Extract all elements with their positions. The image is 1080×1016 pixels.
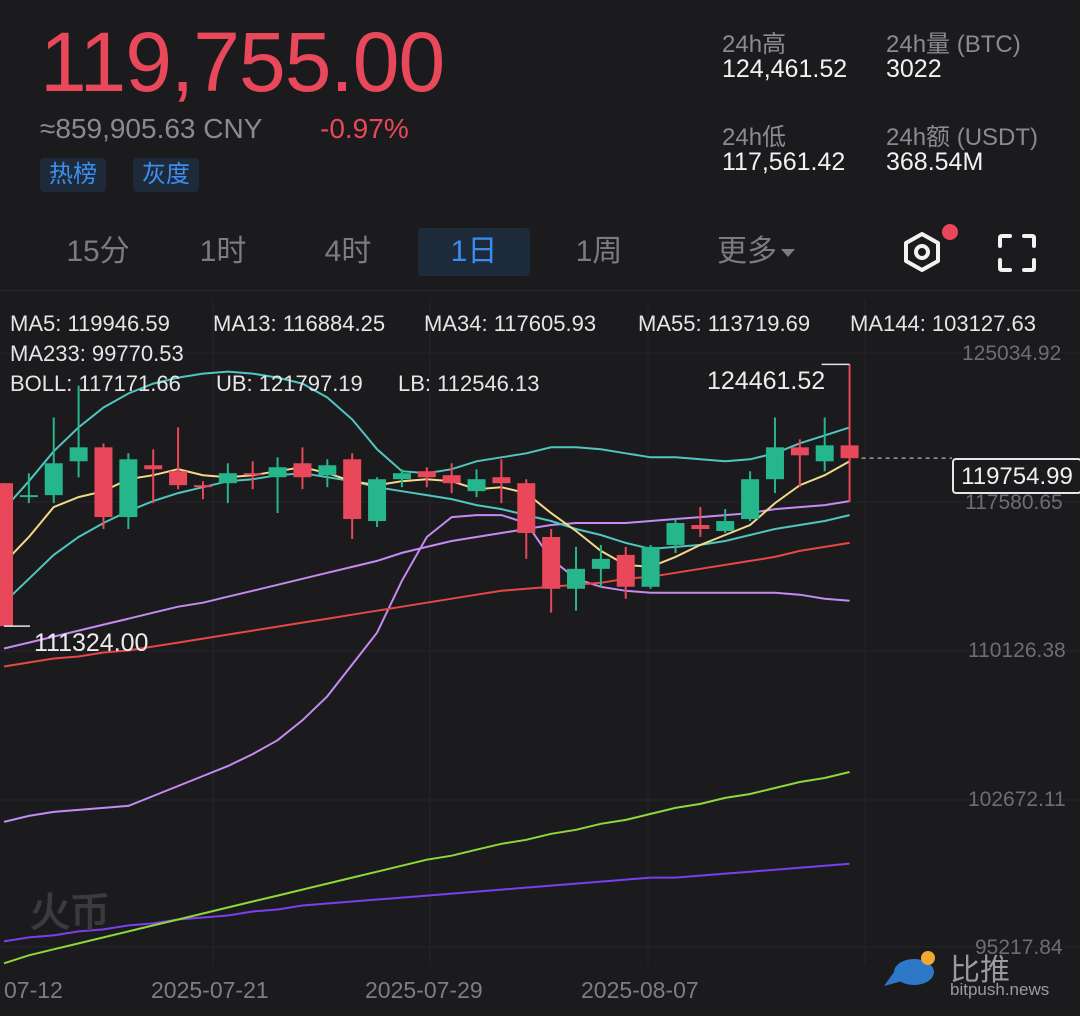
low-marker: 111324.00	[34, 629, 149, 657]
ma5-label: MA5: 119946.59	[10, 311, 170, 336]
candle-body	[542, 536, 561, 589]
ma144-label: MA144: 103127.63	[850, 311, 1036, 336]
candle-body	[716, 521, 735, 531]
candle-body	[94, 447, 113, 518]
candle-body	[467, 479, 486, 492]
y-tick: 117580.65	[965, 491, 1063, 514]
ma233-label: MA233: 99770.53	[10, 341, 184, 366]
ma144-line	[3, 771, 850, 965]
lb-label: LB: 112546.13	[398, 371, 540, 396]
candle-body	[442, 475, 461, 484]
last-price-label: 119754.99	[952, 458, 1080, 494]
candle-body	[0, 483, 13, 627]
candle-body	[666, 523, 685, 545]
x-tick: 2025-08-07	[581, 977, 699, 1003]
candle-body	[69, 447, 88, 462]
candle-body	[567, 568, 586, 589]
candle-body	[169, 471, 188, 486]
candle-body	[368, 479, 387, 522]
candle-body	[591, 558, 610, 569]
candle-body	[492, 477, 511, 484]
y-tick: 110126.38	[968, 639, 1066, 662]
candle-body	[343, 459, 362, 520]
candle-body	[44, 463, 63, 496]
source-url-watermark: bitpush.news	[950, 980, 1050, 999]
ma55-label: MA55: 113719.69	[638, 311, 811, 336]
candle-body	[517, 483, 536, 533]
candle-body	[293, 463, 312, 478]
ma34-label: MA34: 117605.93	[424, 311, 597, 336]
boll-label: BOLL: 117171.66	[10, 371, 181, 396]
x-tick: 2025-07-29	[365, 977, 483, 1003]
candle-body	[144, 465, 163, 470]
candle-body	[19, 495, 38, 498]
x-tick: 07-12	[4, 977, 63, 1003]
candle-body	[765, 447, 784, 480]
ma13-label: MA13: 116884.25	[213, 311, 386, 336]
candle-body	[417, 471, 436, 478]
y-tick: 125034.92	[962, 342, 1062, 365]
x-tick: 2025-07-21	[151, 977, 269, 1003]
candle-body	[840, 445, 859, 459]
candle-body	[691, 525, 710, 530]
candle-body	[790, 447, 809, 456]
ma233-line	[3, 862, 850, 943]
candle-body	[218, 473, 237, 484]
ub-label: UB: 121797.19	[216, 371, 363, 396]
candle-body	[268, 467, 287, 478]
candle-body	[193, 485, 212, 488]
bird-logo-icon	[884, 951, 935, 986]
candle-body	[641, 546, 660, 587]
high-marker: 124461.52	[707, 367, 826, 395]
candle-body	[318, 465, 337, 476]
kline-chart-svg	[0, 300, 1080, 965]
exchange-watermark: 火币	[30, 891, 110, 935]
candle-body	[616, 554, 635, 587]
candle-body	[741, 479, 760, 520]
candle-body	[119, 459, 138, 518]
candle-body	[243, 473, 262, 476]
y-tick: 102672.11	[968, 788, 1066, 811]
lb-line	[3, 514, 850, 823]
candle-body	[815, 445, 834, 462]
candle-body	[392, 473, 411, 480]
